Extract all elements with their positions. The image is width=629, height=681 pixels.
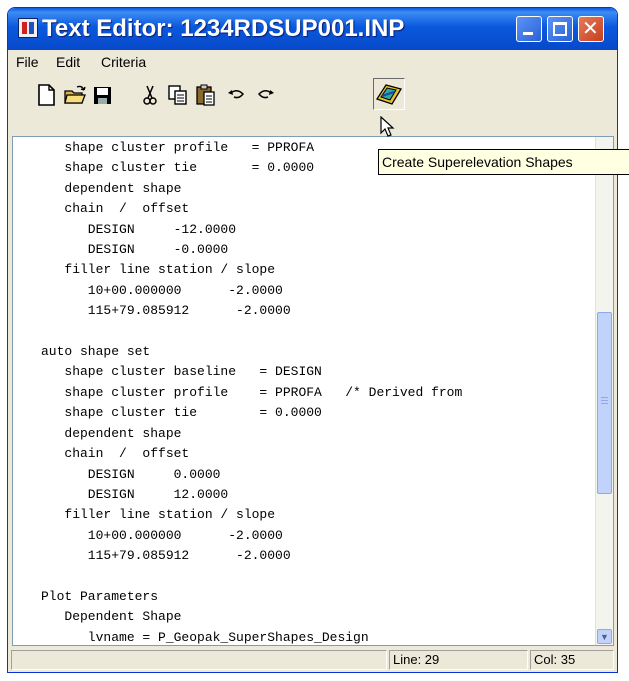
redo-icon [257,90,274,99]
title-bar[interactable]: Text Editor: 1234RDSUP001.INP ✕ [8,8,617,50]
window-title: Text Editor: 1234RDSUP001.INP [42,15,405,42]
app-icon[interactable] [18,18,38,38]
toolbar [8,74,617,134]
status-line: Line: 29 [389,650,528,670]
vertical-scrollbar[interactable]: ▼ [595,137,613,645]
copy-button[interactable] [166,82,190,108]
undo-button[interactable] [225,82,249,108]
paste-button[interactable] [194,82,218,108]
close-button[interactable]: ✕ [578,16,604,42]
scroll-down-button[interactable]: ▼ [597,629,612,644]
close-icon: ✕ [582,16,599,40]
new-file-button[interactable] [34,82,58,108]
menu-file[interactable]: File [16,54,39,70]
open-button[interactable] [63,82,87,108]
maximize-button[interactable] [547,16,573,42]
new-file-icon [38,84,55,106]
save-icon [94,87,111,104]
undo-icon [228,90,245,99]
paste-icon [196,84,215,106]
status-message [11,650,387,670]
create-superelevation-shapes-button[interactable] [373,78,405,110]
status-bar: Line: 29 Col: 35 [8,648,617,672]
editor-text: shape cluster profile = PPROFA shape clu… [41,140,463,645]
menu-edit[interactable]: Edit [56,54,80,70]
status-col: Col: 35 [530,650,614,670]
chevron-down-icon: ▼ [600,632,609,642]
redo-button[interactable] [253,82,277,108]
copy-icon [168,85,187,105]
tooltip: Create Superelevation Shapes [378,149,629,175]
mouse-pointer-icon [380,116,395,137]
save-button[interactable] [91,82,115,108]
menu-bar: File Edit Criteria [8,51,617,73]
text-editor-area[interactable]: shape cluster profile = PPROFA shape clu… [12,136,614,646]
menu-criteria[interactable]: Criteria [101,54,146,70]
open-folder-icon [64,85,86,104]
text-editor-window: Text Editor: 1234RDSUP001.INP ✕ File Edi… [7,7,618,673]
minimize-button[interactable] [516,16,542,42]
cut-button[interactable] [138,82,162,108]
create-superelevation-shapes-icon [376,84,403,105]
scrollbar-thumb[interactable] [597,312,612,494]
cut-icon [143,85,157,105]
